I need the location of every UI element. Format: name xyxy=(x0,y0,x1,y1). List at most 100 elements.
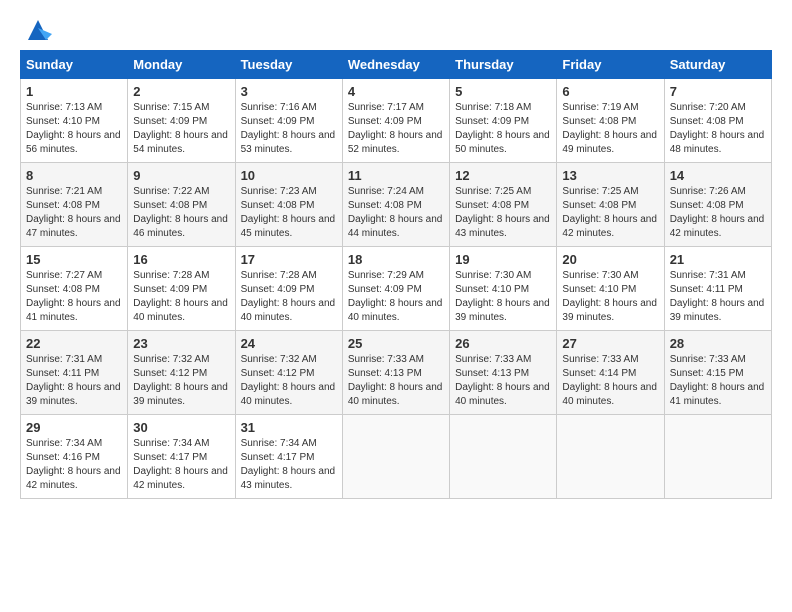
header xyxy=(20,16,772,40)
calendar-cell: 8 Sunrise: 7:21 AMSunset: 4:08 PMDayligh… xyxy=(21,163,128,247)
day-number: 3 xyxy=(241,84,337,99)
day-number: 2 xyxy=(133,84,229,99)
calendar-cell: 17 Sunrise: 7:28 AMSunset: 4:09 PMDaylig… xyxy=(235,247,342,331)
cell-info: Sunrise: 7:28 AMSunset: 4:09 PMDaylight:… xyxy=(133,270,228,323)
calendar-cell: 13 Sunrise: 7:25 AMSunset: 4:08 PMDaylig… xyxy=(557,163,664,247)
cell-info: Sunrise: 7:26 AMSunset: 4:08 PMDaylight:… xyxy=(670,186,765,239)
cell-info: Sunrise: 7:16 AMSunset: 4:09 PMDaylight:… xyxy=(241,102,336,155)
day-number: 22 xyxy=(26,336,122,351)
day-number: 10 xyxy=(241,168,337,183)
cell-info: Sunrise: 7:17 AMSunset: 4:09 PMDaylight:… xyxy=(348,102,443,155)
cell-info: Sunrise: 7:27 AMSunset: 4:08 PMDaylight:… xyxy=(26,270,121,323)
day-number: 31 xyxy=(241,420,337,435)
calendar-cell: 20 Sunrise: 7:30 AMSunset: 4:10 PMDaylig… xyxy=(557,247,664,331)
calendar-week-5: 29 Sunrise: 7:34 AMSunset: 4:16 PMDaylig… xyxy=(21,415,772,499)
cell-info: Sunrise: 7:32 AMSunset: 4:12 PMDaylight:… xyxy=(133,354,228,407)
day-number: 25 xyxy=(348,336,444,351)
cell-info: Sunrise: 7:33 AMSunset: 4:13 PMDaylight:… xyxy=(455,354,550,407)
calendar-cell: 29 Sunrise: 7:34 AMSunset: 4:16 PMDaylig… xyxy=(21,415,128,499)
day-number: 24 xyxy=(241,336,337,351)
calendar-cell: 3 Sunrise: 7:16 AMSunset: 4:09 PMDayligh… xyxy=(235,79,342,163)
logo-icon xyxy=(24,16,52,44)
header-row: SundayMondayTuesdayWednesdayThursdayFrid… xyxy=(21,51,772,79)
cell-info: Sunrise: 7:32 AMSunset: 4:12 PMDaylight:… xyxy=(241,354,336,407)
day-number: 8 xyxy=(26,168,122,183)
calendar-cell: 5 Sunrise: 7:18 AMSunset: 4:09 PMDayligh… xyxy=(450,79,557,163)
calendar-week-1: 1 Sunrise: 7:13 AMSunset: 4:10 PMDayligh… xyxy=(21,79,772,163)
cell-info: Sunrise: 7:25 AMSunset: 4:08 PMDaylight:… xyxy=(455,186,550,239)
logo xyxy=(20,16,52,40)
calendar-cell: 7 Sunrise: 7:20 AMSunset: 4:08 PMDayligh… xyxy=(664,79,771,163)
calendar-cell: 30 Sunrise: 7:34 AMSunset: 4:17 PMDaylig… xyxy=(128,415,235,499)
calendar-week-3: 15 Sunrise: 7:27 AMSunset: 4:08 PMDaylig… xyxy=(21,247,772,331)
day-number: 21 xyxy=(670,252,766,267)
calendar-cell: 4 Sunrise: 7:17 AMSunset: 4:09 PMDayligh… xyxy=(342,79,449,163)
cell-info: Sunrise: 7:30 AMSunset: 4:10 PMDaylight:… xyxy=(455,270,550,323)
cell-info: Sunrise: 7:28 AMSunset: 4:09 PMDaylight:… xyxy=(241,270,336,323)
day-number: 9 xyxy=(133,168,229,183)
cell-info: Sunrise: 7:29 AMSunset: 4:09 PMDaylight:… xyxy=(348,270,443,323)
day-number: 29 xyxy=(26,420,122,435)
header-day-sunday: Sunday xyxy=(21,51,128,79)
calendar-table: SundayMondayTuesdayWednesdayThursdayFrid… xyxy=(20,50,772,499)
calendar-cell: 28 Sunrise: 7:33 AMSunset: 4:15 PMDaylig… xyxy=(664,331,771,415)
calendar-cell xyxy=(664,415,771,499)
calendar-week-4: 22 Sunrise: 7:31 AMSunset: 4:11 PMDaylig… xyxy=(21,331,772,415)
calendar-cell: 31 Sunrise: 7:34 AMSunset: 4:17 PMDaylig… xyxy=(235,415,342,499)
calendar-cell: 21 Sunrise: 7:31 AMSunset: 4:11 PMDaylig… xyxy=(664,247,771,331)
cell-info: Sunrise: 7:25 AMSunset: 4:08 PMDaylight:… xyxy=(562,186,657,239)
cell-info: Sunrise: 7:13 AMSunset: 4:10 PMDaylight:… xyxy=(26,102,121,155)
day-number: 26 xyxy=(455,336,551,351)
calendar-cell: 10 Sunrise: 7:23 AMSunset: 4:08 PMDaylig… xyxy=(235,163,342,247)
calendar-cell: 18 Sunrise: 7:29 AMSunset: 4:09 PMDaylig… xyxy=(342,247,449,331)
cell-info: Sunrise: 7:24 AMSunset: 4:08 PMDaylight:… xyxy=(348,186,443,239)
calendar-cell: 19 Sunrise: 7:30 AMSunset: 4:10 PMDaylig… xyxy=(450,247,557,331)
day-number: 19 xyxy=(455,252,551,267)
header-day-friday: Friday xyxy=(557,51,664,79)
cell-info: Sunrise: 7:22 AMSunset: 4:08 PMDaylight:… xyxy=(133,186,228,239)
header-day-thursday: Thursday xyxy=(450,51,557,79)
day-number: 12 xyxy=(455,168,551,183)
calendar-cell: 6 Sunrise: 7:19 AMSunset: 4:08 PMDayligh… xyxy=(557,79,664,163)
cell-info: Sunrise: 7:20 AMSunset: 4:08 PMDaylight:… xyxy=(670,102,765,155)
cell-info: Sunrise: 7:21 AMSunset: 4:08 PMDaylight:… xyxy=(26,186,121,239)
calendar-cell: 23 Sunrise: 7:32 AMSunset: 4:12 PMDaylig… xyxy=(128,331,235,415)
day-number: 27 xyxy=(562,336,658,351)
day-number: 11 xyxy=(348,168,444,183)
calendar-cell xyxy=(450,415,557,499)
calendar-cell: 25 Sunrise: 7:33 AMSunset: 4:13 PMDaylig… xyxy=(342,331,449,415)
day-number: 5 xyxy=(455,84,551,99)
calendar-cell: 15 Sunrise: 7:27 AMSunset: 4:08 PMDaylig… xyxy=(21,247,128,331)
calendar-cell: 16 Sunrise: 7:28 AMSunset: 4:09 PMDaylig… xyxy=(128,247,235,331)
cell-info: Sunrise: 7:23 AMSunset: 4:08 PMDaylight:… xyxy=(241,186,336,239)
cell-info: Sunrise: 7:33 AMSunset: 4:14 PMDaylight:… xyxy=(562,354,657,407)
day-number: 15 xyxy=(26,252,122,267)
cell-info: Sunrise: 7:18 AMSunset: 4:09 PMDaylight:… xyxy=(455,102,550,155)
header-day-monday: Monday xyxy=(128,51,235,79)
day-number: 17 xyxy=(241,252,337,267)
cell-info: Sunrise: 7:34 AMSunset: 4:16 PMDaylight:… xyxy=(26,438,121,491)
cell-info: Sunrise: 7:31 AMSunset: 4:11 PMDaylight:… xyxy=(26,354,121,407)
cell-info: Sunrise: 7:33 AMSunset: 4:15 PMDaylight:… xyxy=(670,354,765,407)
calendar-cell: 11 Sunrise: 7:24 AMSunset: 4:08 PMDaylig… xyxy=(342,163,449,247)
calendar-cell: 24 Sunrise: 7:32 AMSunset: 4:12 PMDaylig… xyxy=(235,331,342,415)
calendar-cell xyxy=(557,415,664,499)
calendar-cell: 14 Sunrise: 7:26 AMSunset: 4:08 PMDaylig… xyxy=(664,163,771,247)
calendar-week-2: 8 Sunrise: 7:21 AMSunset: 4:08 PMDayligh… xyxy=(21,163,772,247)
header-day-tuesday: Tuesday xyxy=(235,51,342,79)
day-number: 4 xyxy=(348,84,444,99)
day-number: 7 xyxy=(670,84,766,99)
day-number: 14 xyxy=(670,168,766,183)
calendar-cell: 1 Sunrise: 7:13 AMSunset: 4:10 PMDayligh… xyxy=(21,79,128,163)
cell-info: Sunrise: 7:31 AMSunset: 4:11 PMDaylight:… xyxy=(670,270,765,323)
day-number: 28 xyxy=(670,336,766,351)
day-number: 6 xyxy=(562,84,658,99)
day-number: 23 xyxy=(133,336,229,351)
calendar-cell: 9 Sunrise: 7:22 AMSunset: 4:08 PMDayligh… xyxy=(128,163,235,247)
calendar-cell: 12 Sunrise: 7:25 AMSunset: 4:08 PMDaylig… xyxy=(450,163,557,247)
cell-info: Sunrise: 7:15 AMSunset: 4:09 PMDaylight:… xyxy=(133,102,228,155)
day-number: 16 xyxy=(133,252,229,267)
cell-info: Sunrise: 7:33 AMSunset: 4:13 PMDaylight:… xyxy=(348,354,443,407)
cell-info: Sunrise: 7:34 AMSunset: 4:17 PMDaylight:… xyxy=(241,438,336,491)
header-day-wednesday: Wednesday xyxy=(342,51,449,79)
